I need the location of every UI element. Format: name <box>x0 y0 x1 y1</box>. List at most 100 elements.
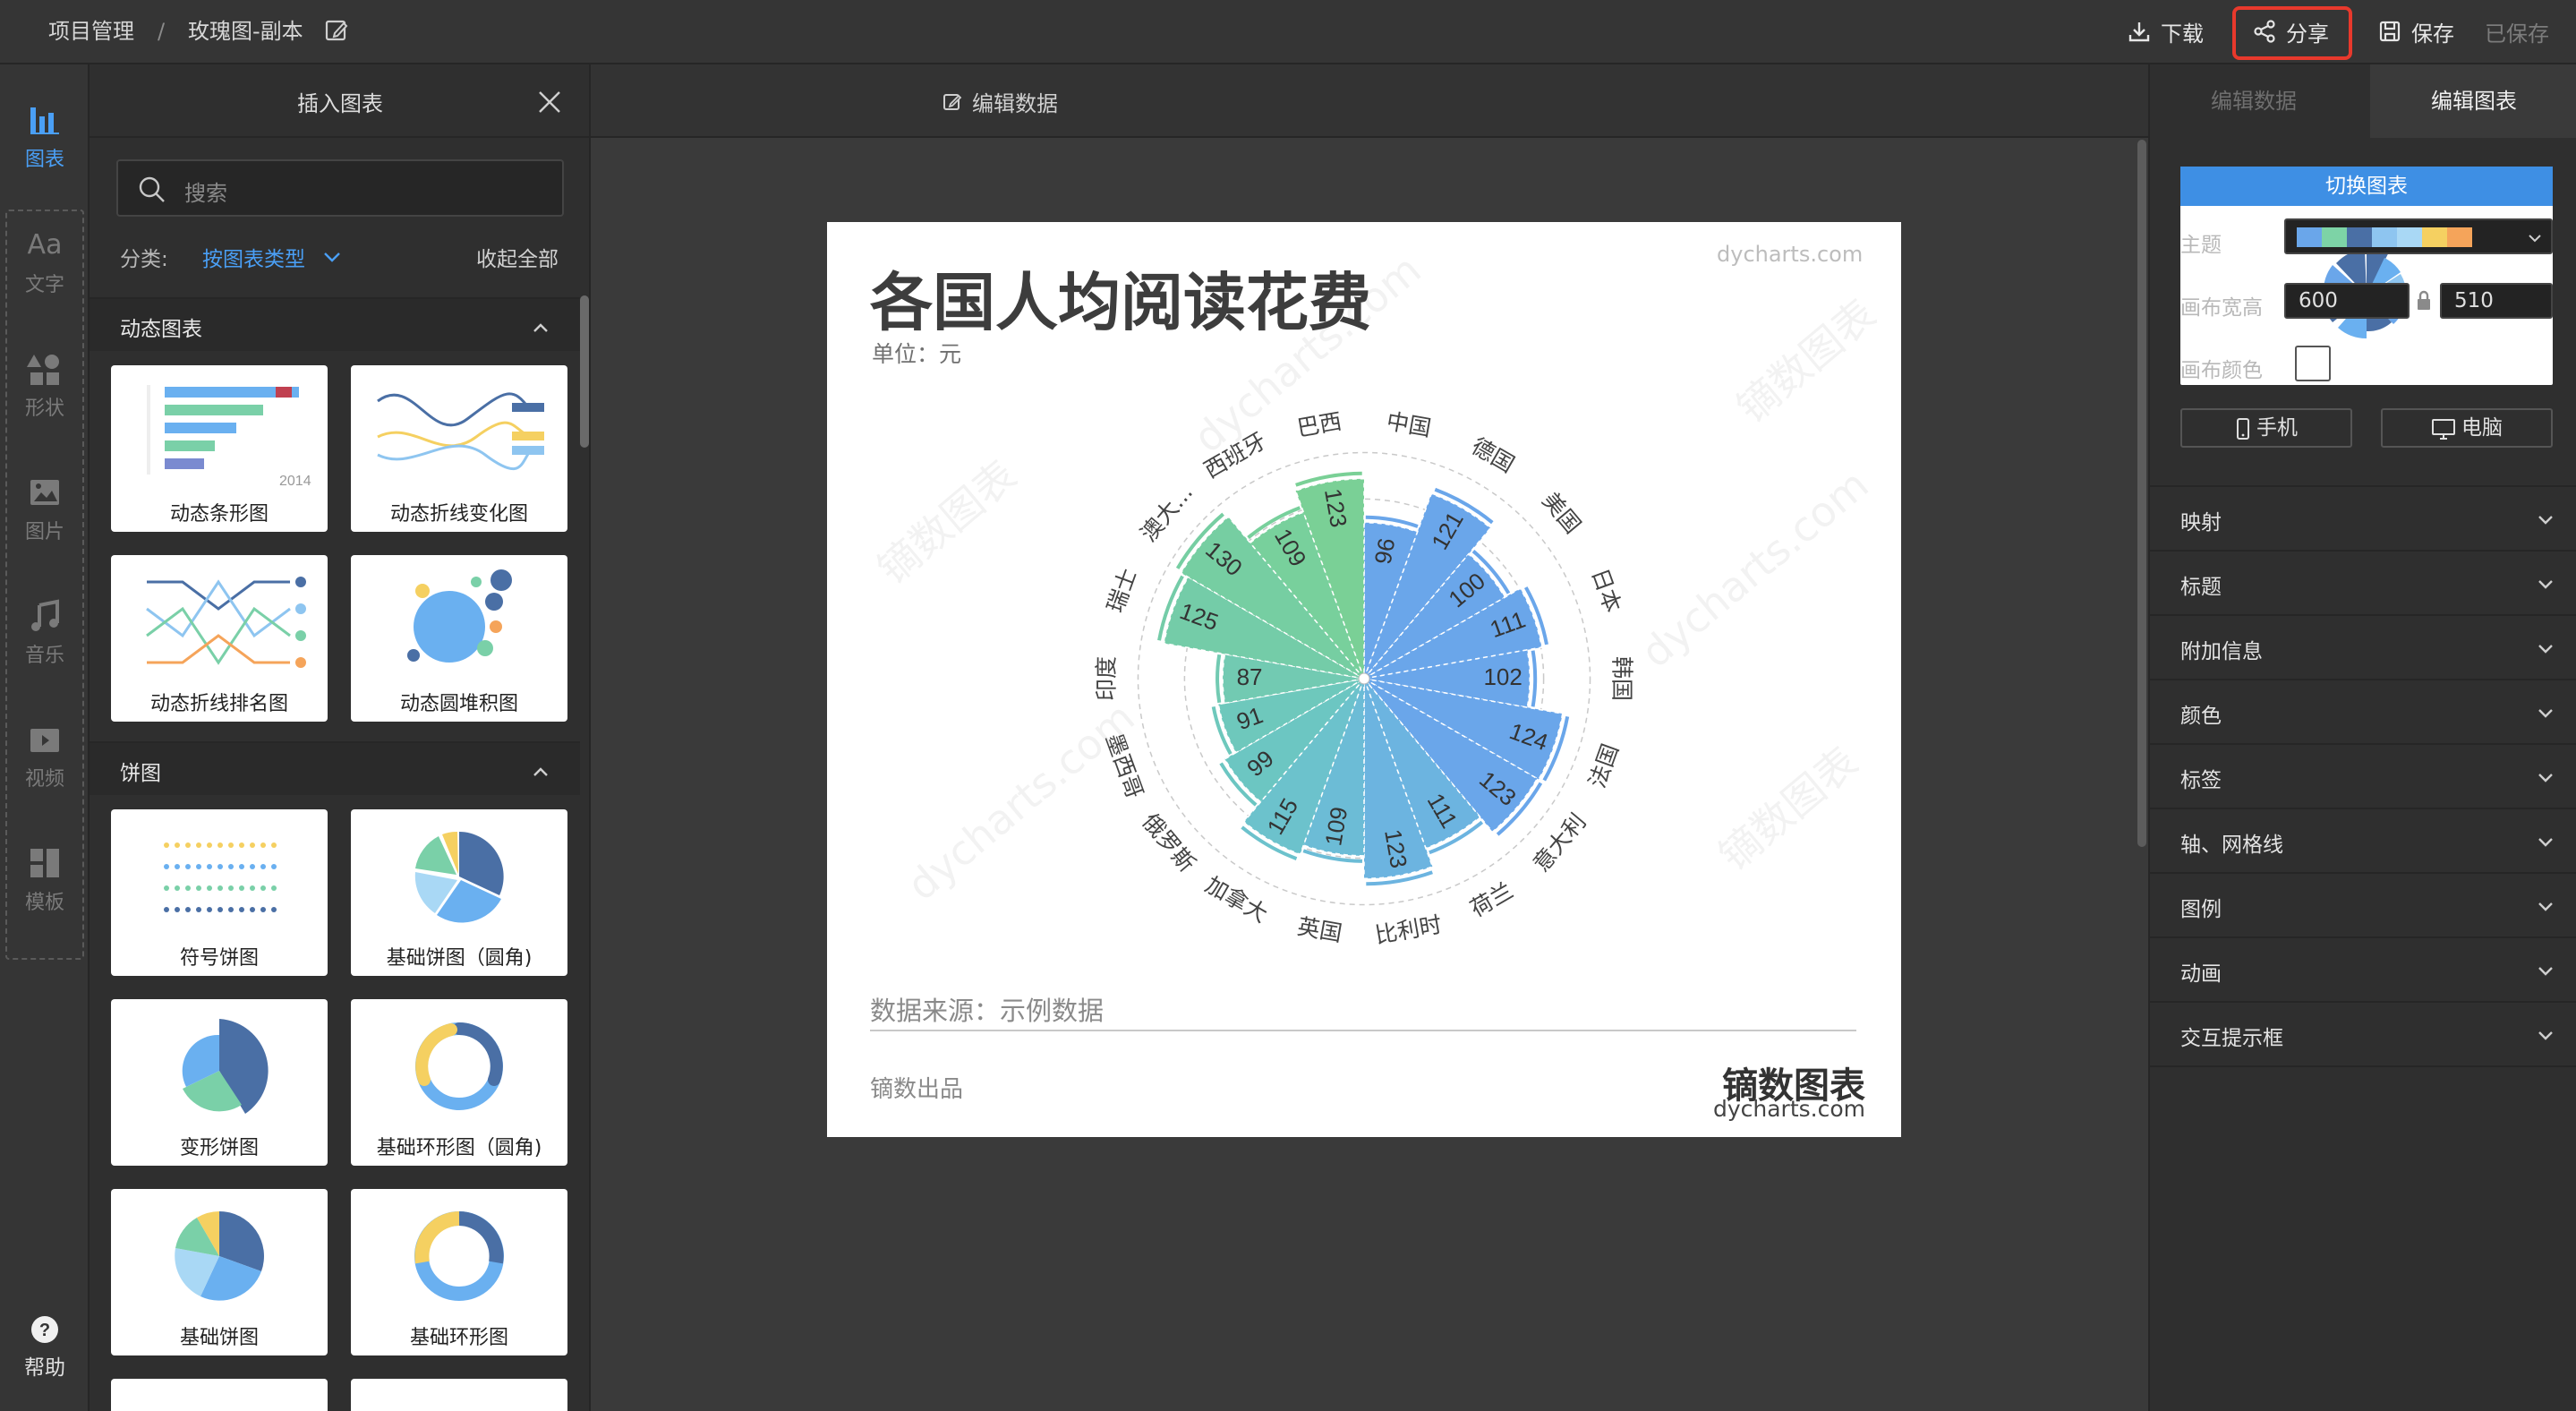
props-tabs: 编辑数据 编辑图表 <box>2150 64 2576 138</box>
data-source[interactable]: 数据来源：示例数据 <box>870 990 1104 1028</box>
rose-category-label: 墨西哥 <box>1101 730 1148 801</box>
dynamic-line-thumbnail <box>377 392 544 471</box>
rose-category-label: 德国 <box>1467 433 1519 478</box>
rose-category-label: 英国 <box>1295 913 1343 946</box>
desktop-view-button[interactable]: 电脑 <box>2381 408 2553 448</box>
tab-edit-data[interactable]: 编辑数据 <box>2150 64 2358 138</box>
help-button[interactable]: ? 帮助 <box>0 1314 90 1381</box>
canvas-color-label: 画布颜色 <box>2180 359 2263 382</box>
rose-chart[interactable]: 96中国121德国100美国111日本102 韩国124法国123意大利111荷兰… <box>827 222 1901 992</box>
panel-header: 插入图表 <box>90 64 591 138</box>
breadcrumb-root[interactable]: 项目管理 <box>48 16 134 47</box>
rose-category-label: 西班牙 <box>1199 427 1270 483</box>
mobile-view-button[interactable]: 手机 <box>2180 408 2352 448</box>
canvas-height-input[interactable]: 510 <box>2440 283 2553 319</box>
rail-text[interactable]: Aa 文字 <box>0 227 90 297</box>
chart-card-label: 动态条形图 <box>169 503 269 526</box>
chart-card-variable-pie[interactable]: 变形饼图 <box>111 999 328 1166</box>
property-section-label: 交互提示框 <box>2180 1027 2283 1050</box>
rose-value-label: 96 <box>1369 536 1401 567</box>
rail-template[interactable]: 模板 <box>0 845 90 915</box>
save-button[interactable]: 保存 <box>2377 13 2454 49</box>
lock-icon[interactable] <box>2415 290 2433 312</box>
video-icon <box>30 729 59 752</box>
property-section[interactable]: 附加信息 <box>2150 616 2576 680</box>
edit-data-button[interactable]: 编辑数据 <box>942 86 1058 117</box>
rose-category-label: 美国 <box>1537 487 1585 538</box>
download-icon <box>2128 22 2150 42</box>
chart-card-basic-donut[interactable]: 基础环形图 <box>351 1189 567 1355</box>
chevron-up-icon[interactable] <box>532 319 550 337</box>
chart-card-basic-pie[interactable]: 基础饼图 <box>111 1189 328 1355</box>
category-row: 分类: 按图表类型 收起全部 <box>120 242 567 274</box>
chevron-down-icon[interactable] <box>322 247 342 267</box>
property-section[interactable]: 图例 <box>2150 874 2576 938</box>
rose-category-label: 中国 <box>1385 408 1433 441</box>
download-button[interactable]: 下载 <box>2127 13 2204 49</box>
chart-card-label: 动态折线排名图 <box>149 693 288 715</box>
chart-card-label: 基础环形图 <box>409 1327 508 1349</box>
category-select[interactable]: 按图表类型 <box>202 242 305 272</box>
chart-card-label: 基础饼图 <box>179 1327 259 1349</box>
rail-music-label: 音乐 <box>24 645 64 667</box>
stage-scrollbar[interactable] <box>2137 140 2146 847</box>
theme-swatch <box>2422 227 2447 247</box>
chart-card-dynamic-line[interactable]: 动态折线变化图 <box>351 365 567 532</box>
tab-edit-chart[interactable]: 编辑图表 <box>2370 64 2576 138</box>
property-section-label: 轴、网格线 <box>2180 834 2283 857</box>
rail-shape[interactable]: 形状 <box>0 351 90 421</box>
chart-card-dynamic-bar[interactable]: 2014 动态条形图 <box>111 365 328 532</box>
chart-card-dynamic-circle[interactable]: 动态圆堆积图 <box>351 555 567 722</box>
property-section[interactable]: 颜色 <box>2150 680 2576 745</box>
category-label: 分类: <box>120 248 168 271</box>
property-section[interactable]: 动画 <box>2150 938 2576 1003</box>
rose-sector-edge <box>1531 650 1538 707</box>
close-icon[interactable] <box>537 90 562 115</box>
variable-pie-thumbnail <box>182 1019 269 1114</box>
rail-video[interactable]: 视频 <box>0 722 90 791</box>
switch-chart-button[interactable]: 切换图表 <box>2180 167 2553 206</box>
rail-music[interactable]: 音乐 <box>0 598 90 668</box>
collapse-all-button[interactable]: 收起全部 <box>476 242 559 272</box>
property-section[interactable]: 交互提示框 <box>2150 1003 2576 1067</box>
property-section-label: 标签 <box>2180 769 2222 792</box>
maker-credit[interactable]: 镝数出品 <box>870 1071 963 1104</box>
rename-icon[interactable] <box>324 18 349 47</box>
panel-scrollbar[interactable] <box>580 295 589 448</box>
property-section[interactable]: 轴、网格线 <box>2150 809 2576 874</box>
chart-card-label: 变形饼图 <box>179 1137 259 1159</box>
rail-chart[interactable]: 图表 <box>0 102 90 172</box>
search-icon <box>139 176 165 202</box>
canvas-width-input[interactable]: 600 <box>2284 283 2410 319</box>
chevron-up-icon[interactable] <box>532 763 550 781</box>
rail-image[interactable]: 图片 <box>0 475 90 544</box>
edit-icon <box>943 93 962 110</box>
document-name[interactable]: 玫瑰图-副本 <box>188 16 303 47</box>
theme-swatch <box>2297 227 2322 247</box>
rose-category-label: 比利时 <box>1373 911 1444 949</box>
chart-card-symbol-pie[interactable]: 符号饼图 <box>111 809 328 976</box>
rose-category-label: 法国 <box>1584 740 1624 791</box>
rail-text-label: 文字 <box>24 274 64 296</box>
section-dynamic-charts[interactable]: 动态图表 <box>90 297 580 351</box>
chevron-down-icon <box>2538 1031 2553 1040</box>
footer-divider <box>870 1030 1856 1031</box>
theme-select[interactable] <box>2284 218 2553 254</box>
chart-card-partial[interactable] <box>111 1379 328 1411</box>
property-section[interactable]: 标签 <box>2150 745 2576 809</box>
theme-swatch <box>2372 227 2397 247</box>
artboard[interactable]: 镝数图表 dycharts.com dycharts.com 镝数图表 dych… <box>827 222 1901 1137</box>
property-section[interactable]: 标题 <box>2150 552 2576 616</box>
canvas-color-swatch[interactable] <box>2295 346 2331 381</box>
chart-card-label: 符号饼图 <box>179 947 259 970</box>
thumb-year: 2014 <box>279 474 311 489</box>
property-section[interactable]: 映射 <box>2150 487 2576 552</box>
rail-image-label: 图片 <box>24 521 64 543</box>
chart-search-input[interactable]: 搜索 <box>116 159 564 217</box>
chart-card-dynamic-rank[interactable]: 动态折线排名图 <box>111 555 328 722</box>
theme-swatch <box>2447 227 2472 247</box>
chart-card-partial[interactable] <box>351 1379 567 1411</box>
section-pie-charts[interactable]: 饼图 <box>90 741 580 795</box>
chart-card-rounded-donut[interactable]: 基础环形图（圆角) <box>351 999 567 1166</box>
chart-card-rounded-pie[interactable]: 基础饼图（圆角) <box>351 809 567 976</box>
